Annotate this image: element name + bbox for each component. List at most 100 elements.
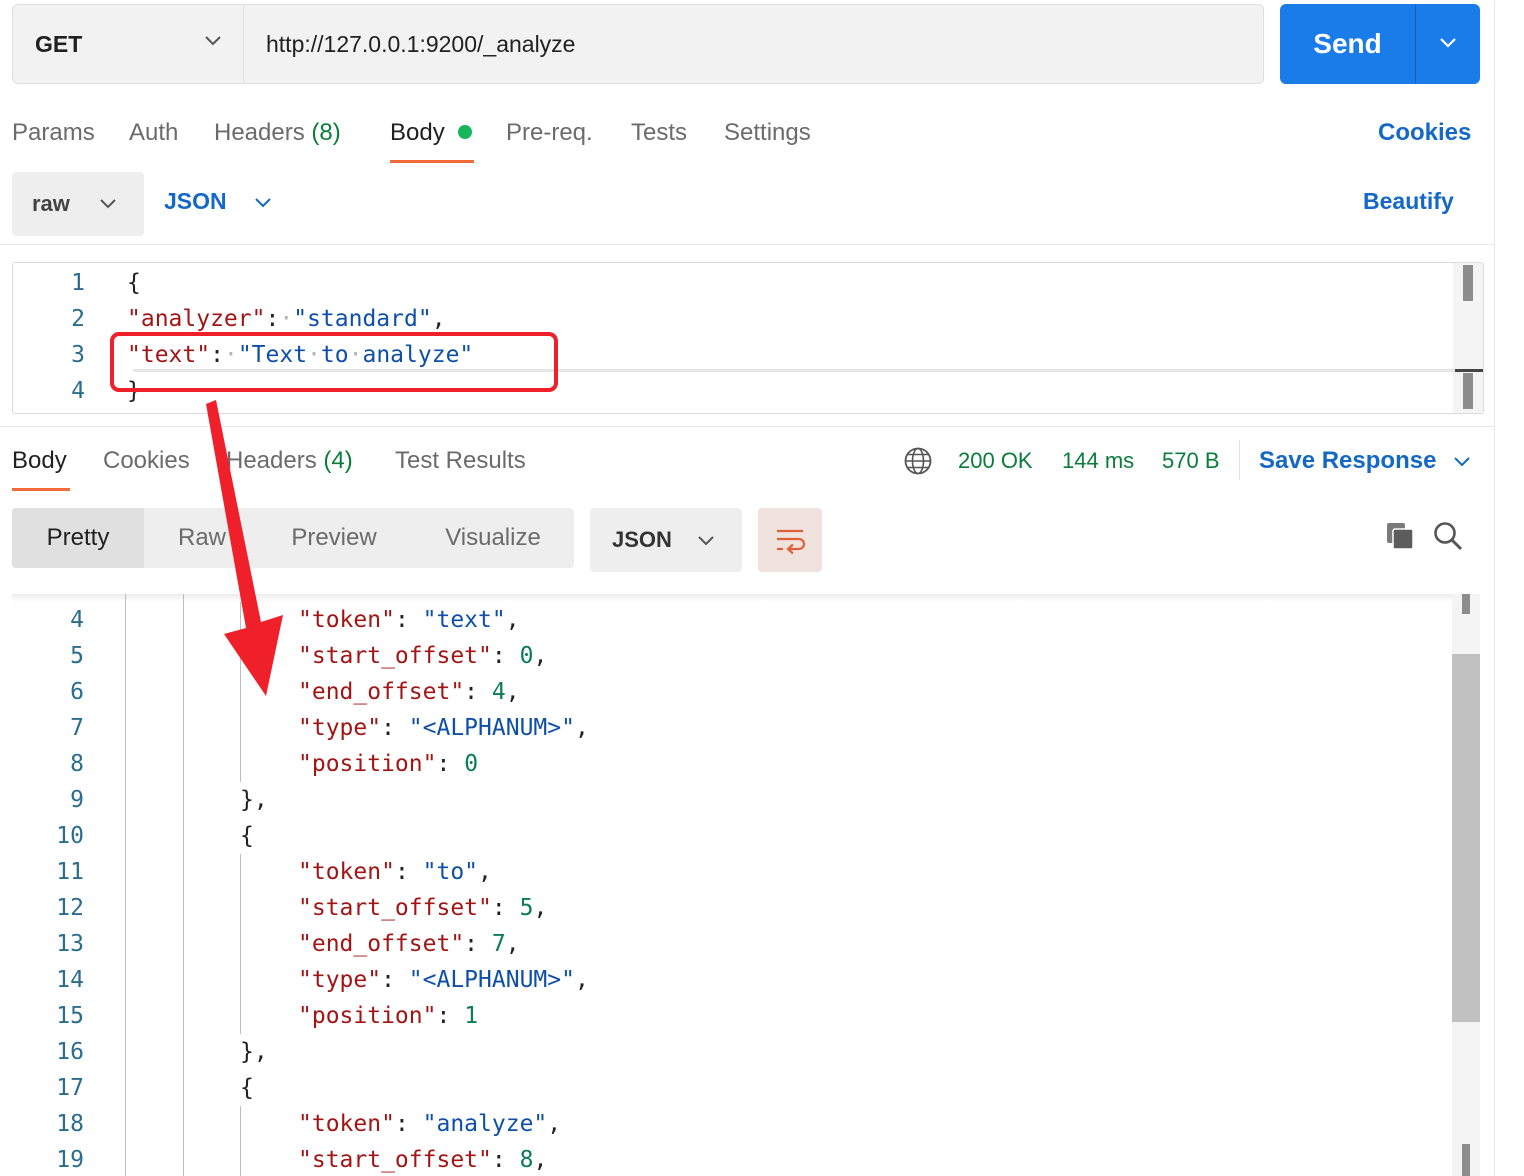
method-select[interactable]: GET bbox=[13, 5, 244, 83]
code-token: , bbox=[431, 306, 446, 332]
code-token: "token" bbox=[298, 607, 395, 633]
scroll-thumb[interactable] bbox=[1463, 373, 1473, 409]
response-tab-body[interactable]: Body bbox=[12, 444, 67, 478]
tab-pre-request[interactable]: Pre-req. bbox=[506, 116, 593, 150]
response-size[interactable]: 570 B bbox=[1162, 444, 1220, 478]
chevron-down-icon bbox=[698, 536, 714, 546]
tab-tests[interactable]: Tests bbox=[631, 116, 687, 150]
code-line: }, bbox=[12, 1034, 589, 1070]
code-line: { bbox=[12, 818, 589, 854]
code-token: "standard" bbox=[293, 306, 432, 332]
body-format-select[interactable]: JSON bbox=[164, 188, 273, 215]
code-token: "position" bbox=[298, 1003, 437, 1029]
code-line: "token": "analyze", bbox=[12, 1106, 589, 1142]
code-token: 1 bbox=[464, 1003, 479, 1029]
code-token: : bbox=[381, 715, 409, 741]
copy-icon[interactable] bbox=[1385, 521, 1415, 551]
request-editor-scrollbar[interactable] bbox=[1453, 263, 1483, 413]
chevron-down-icon[interactable] bbox=[1437, 34, 1459, 50]
code-token: : bbox=[394, 859, 423, 885]
tab-settings[interactable]: Settings bbox=[724, 116, 811, 150]
code-token: "analyze" bbox=[422, 1111, 548, 1137]
url-input[interactable]: http://127.0.0.1:9200/_analyze bbox=[266, 5, 575, 83]
method-label: GET bbox=[35, 30, 83, 57]
code-token: : bbox=[464, 931, 492, 957]
code-token: 0 bbox=[519, 643, 534, 669]
code-line: "start_offset": 5, bbox=[12, 890, 589, 926]
code-token: "position" bbox=[298, 751, 437, 777]
code-token: : bbox=[491, 643, 520, 669]
code-line: { bbox=[127, 265, 473, 301]
line-number: 3 bbox=[71, 342, 85, 368]
scroll-thumb[interactable] bbox=[1463, 265, 1473, 301]
status-code[interactable]: 200 OK bbox=[958, 444, 1033, 478]
code-token: , bbox=[533, 895, 548, 921]
code-token: : bbox=[491, 895, 520, 921]
vertical-divider bbox=[1239, 440, 1240, 480]
tab-params[interactable]: Params bbox=[12, 116, 95, 150]
code-line: "position": 1 bbox=[12, 998, 589, 1034]
scroll-marker bbox=[1455, 369, 1483, 372]
tab-body[interactable]: Body bbox=[390, 116, 445, 150]
view-visualize[interactable]: Visualize bbox=[432, 508, 554, 568]
tab-headers[interactable]: Headers (8) bbox=[214, 116, 341, 150]
code-token: "to" bbox=[422, 859, 479, 885]
panel-edge bbox=[1494, 0, 1495, 1176]
tab-headers-label: Headers bbox=[214, 119, 305, 146]
send-split-divider bbox=[1415, 4, 1416, 84]
code-line: "type": "<ALPHANUM>", bbox=[12, 710, 589, 746]
search-icon[interactable] bbox=[1432, 520, 1464, 552]
code-token: , bbox=[478, 859, 492, 885]
chevron-down-icon bbox=[1454, 457, 1471, 467]
response-tab-cookies[interactable]: Cookies bbox=[103, 444, 190, 478]
wrap-lines-icon bbox=[777, 529, 806, 554]
code-token: , bbox=[574, 715, 589, 741]
code-token: { bbox=[127, 270, 141, 296]
code-token: { bbox=[240, 1075, 254, 1101]
section-divider bbox=[0, 244, 1494, 245]
code-token: }, bbox=[240, 1039, 268, 1065]
code-token: : bbox=[491, 1147, 520, 1173]
globe-icon[interactable] bbox=[903, 446, 933, 476]
response-format-select[interactable]: JSON bbox=[590, 508, 742, 572]
code-token: "type" bbox=[298, 715, 382, 741]
wrap-lines-button[interactable] bbox=[758, 508, 822, 572]
code-token: 0 bbox=[464, 751, 479, 777]
code-token: : bbox=[381, 967, 409, 993]
response-tab-test-results[interactable]: Test Results bbox=[395, 444, 526, 478]
response-scrollbar[interactable] bbox=[1452, 594, 1480, 1176]
tab-body-label: Body bbox=[390, 119, 445, 146]
chevron-down-icon bbox=[205, 36, 221, 46]
code-token: "text" bbox=[422, 607, 506, 633]
response-time[interactable]: 144 ms bbox=[1062, 444, 1134, 478]
scroll-marker bbox=[1462, 1144, 1470, 1176]
chevron-down-icon bbox=[100, 199, 116, 209]
body-format-label: JSON bbox=[164, 188, 227, 214]
beautify-button[interactable]: Beautify bbox=[1363, 188, 1454, 215]
code-line: "token": "to", bbox=[12, 854, 589, 890]
scroll-marker bbox=[1462, 594, 1470, 614]
body-mode-label: raw bbox=[32, 191, 70, 216]
code-line: { bbox=[12, 1070, 589, 1106]
code-token: : bbox=[394, 607, 423, 633]
line-number: 4 bbox=[71, 378, 85, 404]
code-token: "token" bbox=[298, 859, 395, 885]
chevron-down-icon bbox=[254, 197, 271, 207]
scroll-thumb[interactable] bbox=[1452, 654, 1480, 1022]
send-button[interactable]: Send bbox=[1280, 4, 1415, 84]
code-token: "type" bbox=[298, 967, 382, 993]
tab-auth[interactable]: Auth bbox=[129, 116, 178, 150]
code-token: "start_offset" bbox=[298, 643, 492, 669]
save-response-button[interactable]: Save Response bbox=[1259, 444, 1472, 478]
body-mode-select[interactable]: raw bbox=[12, 172, 144, 236]
response-format-label: JSON bbox=[612, 527, 672, 552]
cookies-link[interactable]: Cookies bbox=[1378, 116, 1471, 150]
code-token: , bbox=[533, 1147, 548, 1173]
code-token: 7 bbox=[491, 931, 506, 957]
code-line: "end_offset": 7, bbox=[12, 926, 589, 962]
code-token: "analyzer" bbox=[127, 306, 266, 332]
annotation-arrow-icon bbox=[206, 400, 283, 696]
code-token: , bbox=[505, 931, 520, 957]
view-pretty[interactable]: Pretty bbox=[12, 508, 144, 568]
save-response-label: Save Response bbox=[1259, 447, 1437, 474]
